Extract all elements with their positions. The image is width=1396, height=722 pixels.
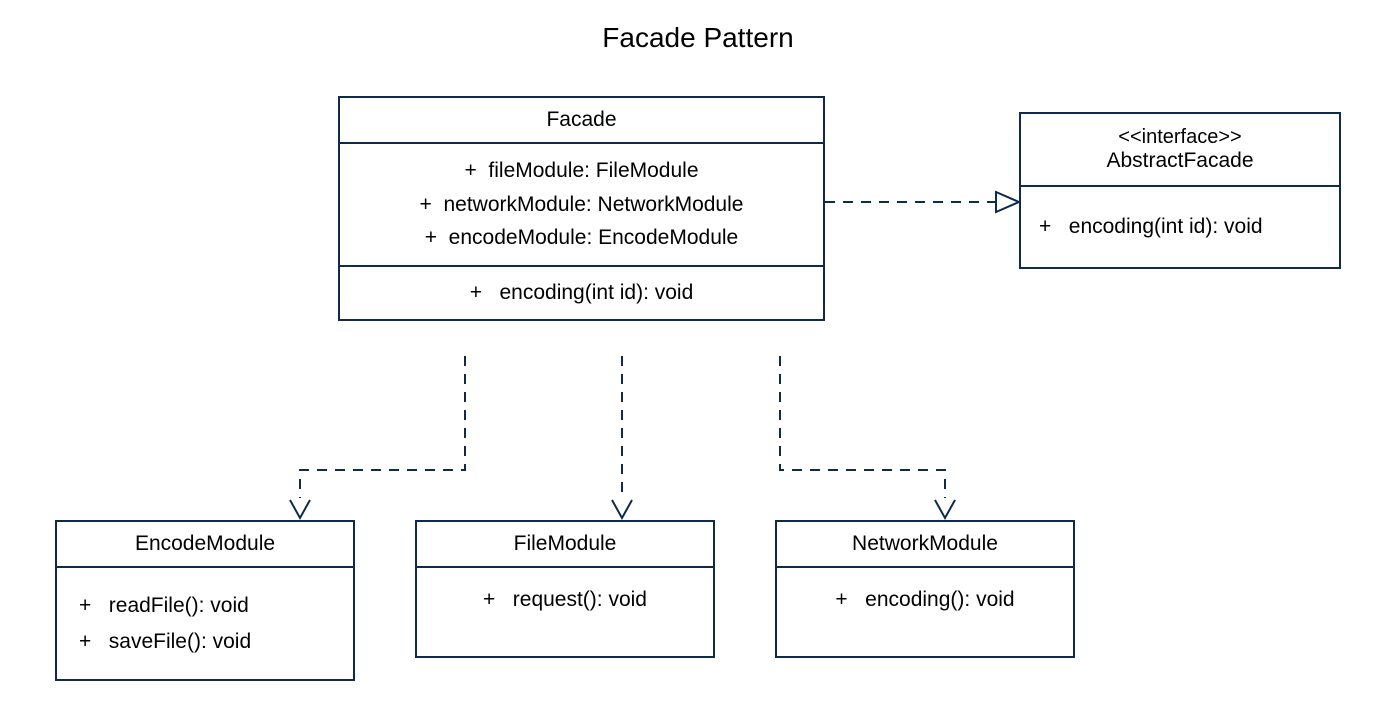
abstract-facade-method-encoding: + encoding(int id): void bbox=[1039, 215, 1321, 239]
abstract-facade-methods: + encoding(int id): void bbox=[1021, 187, 1339, 267]
class-facade-name: Facade bbox=[340, 98, 823, 144]
encode-module-name: EncodeModule bbox=[57, 522, 353, 568]
class-facade-methods: + encoding(int id): void bbox=[340, 267, 823, 319]
dependency-facade-to-networkmodule bbox=[780, 356, 955, 518]
class-file-module: FileModule + request(): void bbox=[415, 520, 715, 658]
class-network-module: NetworkModule + encoding(): void bbox=[775, 520, 1075, 658]
facade-method-encoding: + encoding(int id): void bbox=[354, 281, 809, 305]
diagram-title: Facade Pattern bbox=[0, 22, 1396, 54]
facade-attr-fileModule: + fileModule: FileModule bbox=[354, 154, 809, 188]
dependency-facade-to-filemodule bbox=[612, 356, 632, 518]
network-module-method-encoding: + encoding(): void bbox=[799, 588, 1051, 612]
abstract-facade-stereotype: <<interface>> bbox=[1035, 126, 1325, 149]
abstract-facade-name: AbstractFacade bbox=[1035, 149, 1325, 173]
file-module-methods: + request(): void bbox=[417, 568, 713, 656]
class-facade: Facade + fileModule: FileModule + networ… bbox=[338, 96, 825, 321]
realization-facade-to-abstractfacade bbox=[825, 192, 1019, 212]
interface-abstract-facade: <<interface>> AbstractFacade + encoding(… bbox=[1019, 112, 1341, 269]
abstract-facade-header: <<interface>> AbstractFacade bbox=[1021, 114, 1339, 187]
network-module-name: NetworkModule bbox=[777, 522, 1073, 568]
facade-attr-encodeModule: + encodeModule: EncodeModule bbox=[354, 221, 809, 255]
network-module-methods: + encoding(): void bbox=[777, 568, 1073, 656]
file-module-method-request: + request(): void bbox=[439, 588, 691, 612]
dependency-facade-to-encodemodule bbox=[290, 356, 465, 518]
class-encode-module: EncodeModule + readFile(): void + saveFi… bbox=[55, 520, 355, 681]
class-facade-attributes: + fileModule: FileModule + networkModule… bbox=[340, 144, 823, 267]
encode-module-methods: + readFile(): void + saveFile(): void bbox=[57, 568, 353, 679]
facade-attr-networkModule: + networkModule: NetworkModule bbox=[354, 188, 809, 222]
encode-module-method-saveFile: + saveFile(): void bbox=[79, 624, 331, 660]
file-module-name: FileModule bbox=[417, 522, 713, 568]
encode-module-method-readFile: + readFile(): void bbox=[79, 588, 331, 624]
